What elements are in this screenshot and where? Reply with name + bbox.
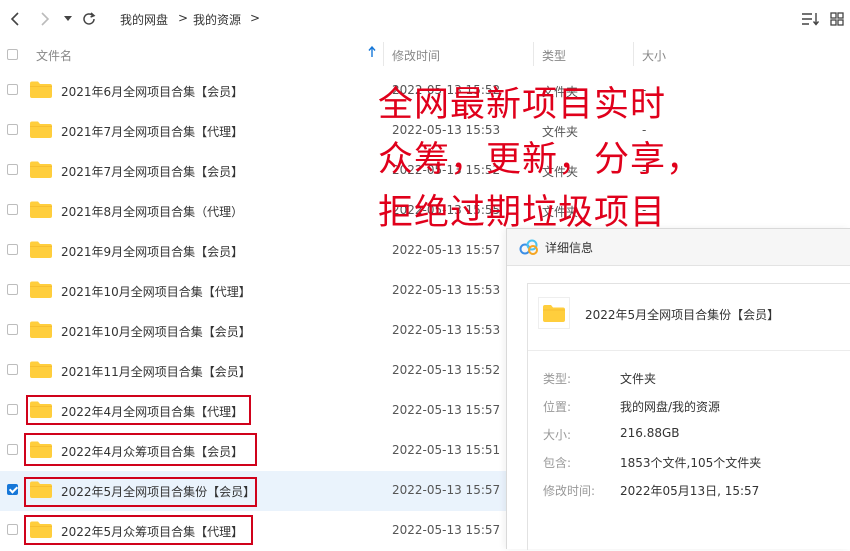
file-name[interactable]: 2021年11月全网项目合集【会员】 [61,363,251,380]
back-icon[interactable] [6,9,24,29]
row-checkbox[interactable] [7,84,18,95]
detail-label: 包含: [543,456,572,470]
row-checkbox[interactable] [7,364,18,375]
file-modified-time: 2022-05-13 15:53 [392,123,501,137]
row-checkbox[interactable] [7,204,18,215]
row-checkbox[interactable] [7,324,18,335]
file-modified-time: 2022-05-13 15:57 [392,403,501,417]
cloud-logo-icon [519,238,539,260]
row-checkbox[interactable] [7,284,18,295]
select-all-checkbox[interactable] [7,49,18,60]
highlight-box [24,477,257,507]
overlay-text-line: 全网最新项目实时 [378,85,667,125]
highlight-box [24,433,257,466]
folder-icon [30,321,52,338]
column-modified-header[interactable]: 修改时间 [392,47,440,64]
file-modified-time: 2022-05-13 15:53 [392,323,501,337]
file-modified-time: 2022-05-13 15:57 [392,483,501,497]
breadcrumb-separator: > [250,11,261,25]
column-divider[interactable] [633,42,634,66]
column-header: 文件名 修改时间 类型 大小 [0,38,850,70]
row-checkbox[interactable] [7,244,18,255]
grid-view-icon[interactable] [828,9,846,29]
detail-label: 大小: [543,428,572,442]
file-name[interactable]: 2021年10月全网项目合集【代理】 [61,283,251,300]
file-name[interactable]: 2021年6月全网项目合集【会员】 [61,83,243,100]
column-divider[interactable] [383,42,384,66]
detail-value: 文件夹 [620,372,657,386]
sort-icon[interactable] [800,9,820,29]
detail-label: 类型: [543,372,572,386]
breadcrumb-current[interactable]: 我的资源 [193,11,241,28]
folder-icon [30,241,52,258]
detail-value: 1853个文件,105个文件夹 [620,456,762,470]
details-panel-header: 详细信息 [507,229,850,266]
forward-icon[interactable] [36,9,54,29]
column-name-header[interactable]: 文件名 [36,47,72,64]
column-divider[interactable] [533,42,534,66]
detail-value: 2022年05月13日, 15:57 [620,484,760,498]
detail-value: 我的网盘/我的资源 [620,400,721,414]
details-panel: 详细信息 2022年5月全网项目合集份【会员】 类型: 文件夹位置: 我的网盘/我的… [506,228,850,550]
detail-label: 修改时间: [543,484,596,498]
sort-ascending-icon[interactable] [368,45,376,61]
refresh-icon[interactable] [80,9,98,29]
file-modified-time: 2022-05-13 15:57 [392,243,501,257]
row-checkbox[interactable] [7,164,18,175]
file-name[interactable]: 2021年7月全网项目合集【代理】 [61,123,243,140]
detail-label: 位置: [543,400,572,414]
file-modified-time: 2022-05-13 15:57 [392,523,501,537]
overlay-text-line: 拒绝过期垃圾项目 [378,193,667,233]
breadcrumb-separator: > [178,11,189,25]
breadcrumb-root[interactable]: 我的网盘 [120,11,168,28]
folder-icon [30,81,52,98]
detail-value: 216.88GB [620,426,680,440]
highlight-box [24,515,253,545]
row-checkbox[interactable] [7,444,18,455]
folder-icon [30,121,52,138]
file-name[interactable]: 2021年10月全网项目合集【会员】 [61,323,251,340]
file-name[interactable]: 2021年7月全网项目合集【会员】 [61,163,243,180]
folder-icon [30,281,52,298]
history-dropdown-icon[interactable] [62,9,74,29]
highlight-box [26,395,251,425]
row-checkbox[interactable] [7,404,18,415]
file-modified-time: 2022-05-13 15:51 [392,443,501,457]
folder-icon [30,201,52,218]
details-file-name: 2022年5月全网项目合集份【会员】 [585,308,780,322]
overlay-text-line: 众筹，更新，分享， [378,140,703,180]
details-panel-title: 详细信息 [545,241,594,255]
file-modified-time: 2022-05-13 15:52 [392,363,501,377]
row-checkbox[interactable] [7,484,18,495]
row-checkbox[interactable] [7,524,18,535]
file-size: - [642,123,647,137]
divider [528,350,850,351]
file-name[interactable]: 2021年8月全网项目合集（代理） [61,203,243,220]
file-modified-time: 2022-05-13 15:53 [392,283,501,297]
folder-icon [30,361,52,378]
column-size-header[interactable]: 大小 [642,47,666,64]
file-name[interactable]: 2021年9月全网项目合集【会员】 [61,243,243,260]
folder-icon [538,297,570,329]
column-type-header[interactable]: 类型 [542,47,566,64]
toolbar: 我的网盘 > 我的资源 > [0,0,850,38]
folder-icon [30,161,52,178]
row-checkbox[interactable] [7,124,18,135]
file-type: 文件夹 [542,125,579,139]
details-card: 2022年5月全网项目合集份【会员】 类型: 文件夹位置: 我的网盘/我的资源大小:… [527,283,850,550]
